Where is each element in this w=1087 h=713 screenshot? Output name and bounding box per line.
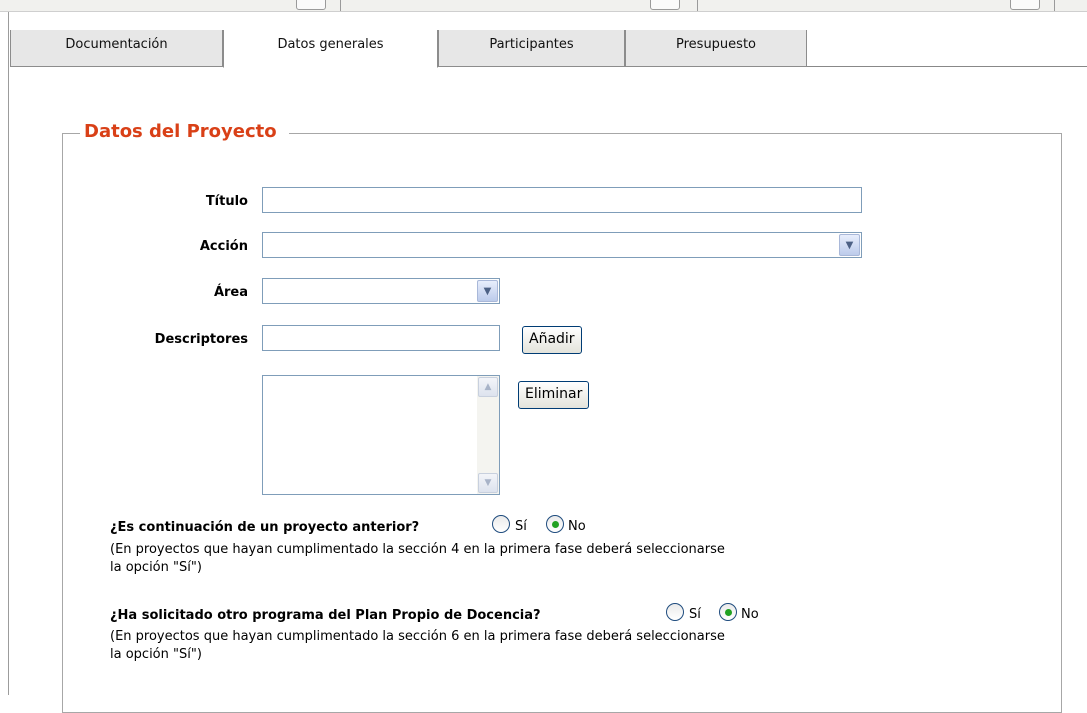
fieldset-legend: Datos del Proyecto	[80, 116, 289, 148]
descriptores-label: Descriptores	[154, 332, 248, 347]
listbox-scrollbar[interactable]: ▲ ▼	[477, 376, 499, 494]
toolbar-button[interactable]	[650, 0, 680, 10]
scroll-down-icon[interactable]: ▼	[478, 473, 498, 493]
tab-participantes[interactable]: Participantes	[438, 30, 625, 67]
radio-continuation-no-label: No	[568, 519, 586, 534]
area-select[interactable]: ▼	[262, 278, 500, 304]
toolbar-button[interactable]	[1010, 0, 1040, 10]
tab-bar: Documentación Datos generales Participan…	[10, 30, 1087, 68]
browser-toolbar-strip	[0, 0, 1087, 12]
continuation-note-line2: la opción "Sí")	[110, 560, 202, 575]
radio-continuation-no[interactable]	[546, 515, 564, 533]
radio-continuation-yes[interactable]	[492, 515, 510, 533]
accion-label: Acción	[199, 239, 248, 254]
question-other-program: ¿Ha solicitado otro programa del Plan Pr…	[110, 608, 541, 623]
area-label: Área	[213, 285, 248, 300]
other-program-note-line1: (En proyectos que hayan cumplimentado la…	[110, 629, 725, 644]
toolbar-button[interactable]	[296, 0, 326, 10]
radio-other-program-no[interactable]	[719, 603, 737, 621]
tab-documentacion[interactable]: Documentación	[10, 30, 223, 67]
titulo-label: Título	[205, 194, 248, 209]
tab-presupuesto[interactable]: Presupuesto	[625, 30, 807, 67]
chevron-down-icon[interactable]: ▼	[477, 280, 498, 302]
question-continuation: ¿Es continuación de un proyecto anterior…	[110, 520, 420, 535]
remove-descriptor-button[interactable]: Eliminar	[518, 381, 590, 409]
add-descriptor-button[interactable]: Añadir	[522, 326, 582, 354]
radio-other-program-no-label: No	[741, 607, 759, 622]
radio-other-program-yes[interactable]	[666, 603, 684, 621]
accion-select[interactable]: ▼	[262, 232, 862, 258]
tab-datos-generales[interactable]: Datos generales	[223, 30, 438, 68]
other-program-note-line2: la opción "Sí")	[110, 647, 202, 662]
descriptores-listbox[interactable]: ▲ ▼	[262, 375, 500, 495]
scroll-up-icon[interactable]: ▲	[478, 377, 498, 397]
radio-other-program-yes-label: Sí	[689, 607, 701, 622]
continuation-note-line1: (En proyectos que hayan cumplimentado la…	[110, 542, 725, 557]
titulo-input[interactable]	[262, 187, 862, 213]
project-data-fieldset	[62, 133, 1062, 713]
radio-continuation-yes-label: Sí	[515, 519, 527, 534]
chevron-down-icon[interactable]: ▼	[839, 234, 860, 256]
descriptores-input[interactable]	[262, 325, 500, 351]
